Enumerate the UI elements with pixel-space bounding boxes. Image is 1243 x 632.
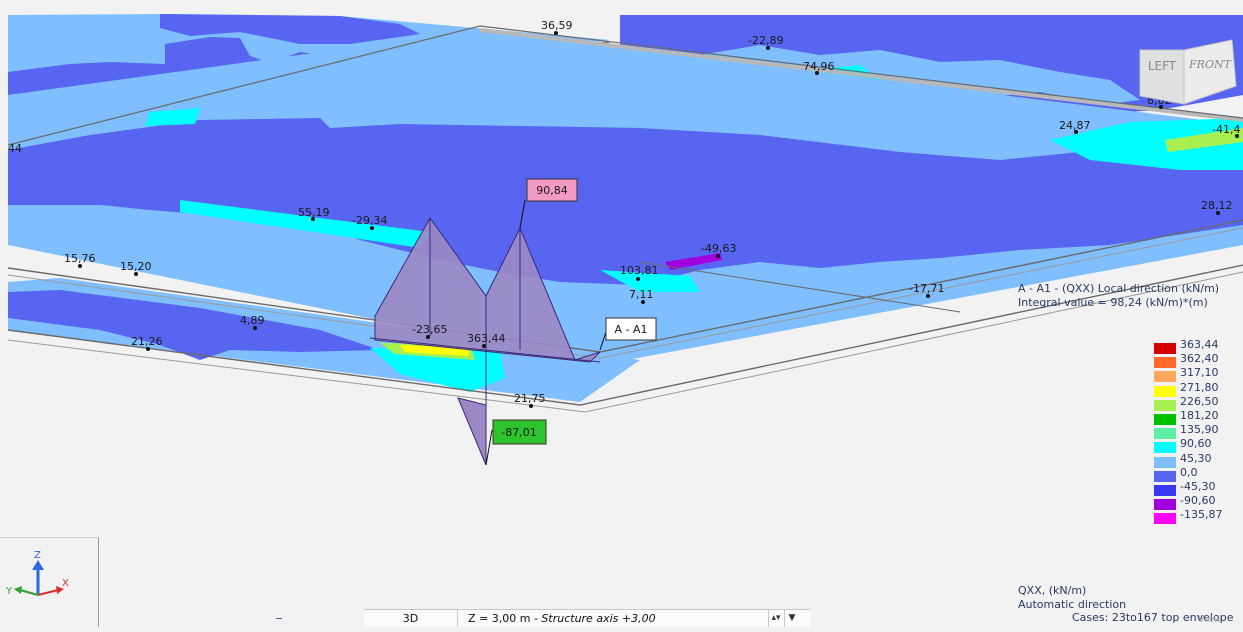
- axes-svg: Z Y X: [5, 550, 69, 597]
- scale-swatch: [1154, 442, 1176, 454]
- cube-left-label: LEFT: [1148, 59, 1177, 73]
- view-cube[interactable]: LEFT FRONT: [1138, 38, 1238, 108]
- map-label: 15,76: [64, 252, 96, 265]
- map-label: -17,71: [909, 282, 944, 295]
- scale-value: 90,60: [1180, 437, 1212, 451]
- direction-label: Automatic direction: [1018, 597, 1127, 611]
- min-value-label: -87,01: [501, 426, 536, 439]
- map-label: -29,34: [352, 214, 387, 227]
- viewport-dash: [276, 618, 282, 619]
- axis-y-label: Y: [5, 586, 13, 597]
- cube-front-label: FRONT: [1188, 58, 1233, 71]
- view-mode-button[interactable]: 3D: [364, 610, 458, 627]
- scale-value: 45,30: [1180, 451, 1212, 465]
- map-legend: A - A1 - (QXX) Local direction (kN/m) In…: [1018, 282, 1240, 624]
- view-tab[interactable]: View: [1198, 614, 1222, 625]
- section-tag-label: A - A1: [614, 323, 647, 336]
- map-label: 4,89: [240, 314, 265, 327]
- map-label: 28,12: [1201, 199, 1233, 212]
- map-label: -41,4: [1212, 123, 1240, 136]
- scale-swatch: [1154, 399, 1176, 411]
- section-diagram-lower: [457, 397, 487, 466]
- map-label: 7,11: [629, 288, 654, 301]
- max-value-label: 90,84: [536, 184, 568, 197]
- scale-value: 271,80: [1180, 380, 1219, 394]
- map-label: 363,44: [467, 332, 506, 345]
- min-leader: [485, 429, 493, 466]
- view-status-bar: 3D Z = 3,00 m - Structure axis +3,00 ▴▾ …: [364, 609, 810, 627]
- scale-swatch: [1154, 470, 1176, 482]
- cube-front-face[interactable]: [1183, 39, 1237, 105]
- map-label: 74,96: [803, 60, 835, 73]
- map-label: 15,20: [120, 260, 152, 273]
- work-plane-level: Z = 3,00 m: [468, 612, 531, 625]
- map-label: 103,81: [620, 264, 659, 277]
- section-title: A - A1 - (QXX) Local direction (kN/m): [1018, 282, 1220, 295]
- scale-swatch: [1154, 385, 1176, 397]
- scale-swatch: [1154, 456, 1176, 468]
- integral-value: Integral value = 98,24 (kN/m)*(m): [1018, 296, 1208, 309]
- scale-value: 0,0: [1180, 465, 1198, 479]
- map-label: 21,26: [131, 335, 163, 348]
- scale-swatch: [1154, 513, 1176, 525]
- map-label: 36,59: [541, 19, 573, 32]
- scale-swatch: [1154, 371, 1176, 383]
- scale-swatch: [1154, 499, 1176, 511]
- scale-value: 135,90: [1180, 423, 1219, 437]
- map-label: -22,89: [748, 34, 783, 47]
- axis-z-label: Z: [34, 550, 41, 561]
- scale-value: -135,87: [1180, 508, 1223, 522]
- scale-swatch: [1154, 428, 1176, 440]
- work-plane-axis: - Structure axis +3,00: [530, 612, 656, 625]
- map-label: -23,65: [412, 323, 447, 336]
- axis-x-label: X: [62, 578, 69, 589]
- map-label: -49,63: [701, 242, 736, 255]
- scale-value: 226,50: [1180, 394, 1219, 408]
- map-label: 55,19: [298, 206, 330, 219]
- spin-updown-icon[interactable]: ▴▾: [768, 610, 783, 627]
- scale-swatch: [1154, 357, 1176, 369]
- dropdown-arrow-icon[interactable]: ▼: [784, 610, 799, 627]
- work-plane-selector[interactable]: Z = 3,00 m - Structure axis +3,00: [468, 610, 656, 627]
- map-label: 24,87: [1059, 119, 1091, 132]
- scale-value: 363,44: [1180, 338, 1219, 351]
- map-label: 44: [8, 142, 22, 155]
- scale-swatch: [1154, 484, 1176, 496]
- scale-value: 362,40: [1180, 352, 1219, 366]
- quantity-label: QXX, (kN/m): [1018, 584, 1087, 597]
- map-label: 21,75: [514, 392, 546, 405]
- scale-value: -90,60: [1180, 494, 1216, 508]
- scale-value: -45,30: [1180, 479, 1216, 493]
- scale-value: 317,10: [1180, 366, 1219, 380]
- scale-value: 181,20: [1180, 408, 1219, 422]
- scale-swatch: [1154, 413, 1176, 425]
- axes-indicator: Z Y X: [0, 537, 99, 627]
- scale-swatch: [1154, 343, 1176, 354]
